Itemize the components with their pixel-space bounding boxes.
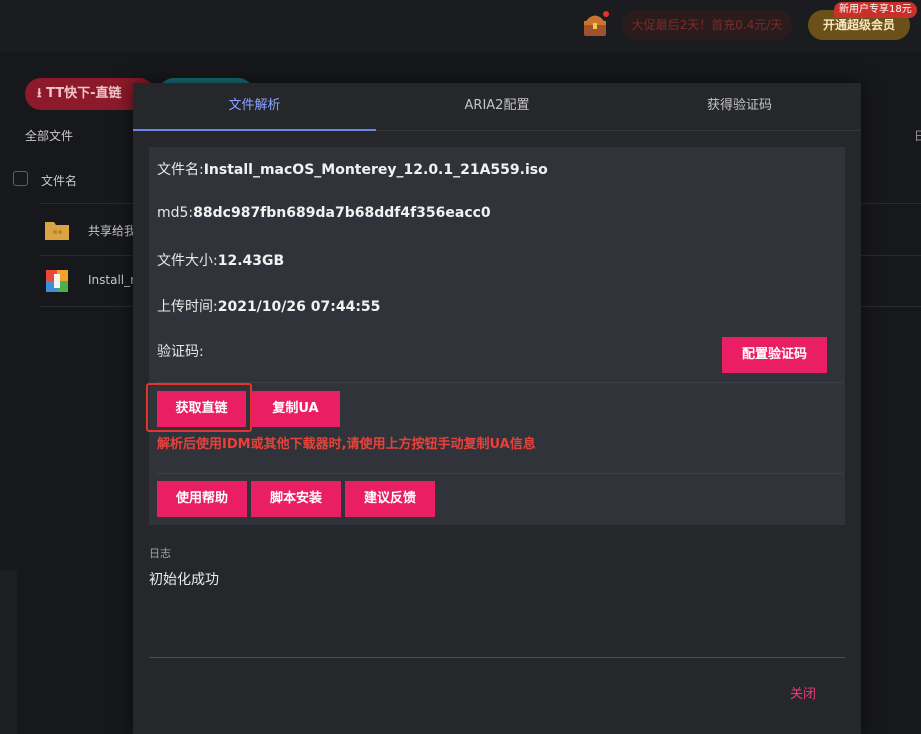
help-button[interactable]: 使用帮助 (157, 481, 247, 517)
archive-icon (46, 270, 68, 292)
dialog-tabs: 文件解析 ARIA2配置 获得验证码 (133, 83, 861, 131)
upload-time-label: 上传时间: (157, 299, 218, 315)
treasure-chest-icon[interactable] (580, 10, 610, 40)
parse-dialog: 文件解析 ARIA2配置 获得验证码 文件名:Install_macOS_Mon… (133, 83, 861, 734)
folder-icon (45, 222, 69, 240)
top-bar: 大促最后2天！首充0.4元/天 开通超级会员 新用户专享18元 (0, 0, 921, 52)
promo-banner[interactable]: 大促最后2天！首充0.4元/天 (622, 10, 792, 40)
copy-ua-button[interactable]: 复制UA (251, 391, 340, 427)
md5-row: md5:88dc987fbn689da7b68ddf4f356eacc0 (157, 205, 491, 221)
size-label: 文件大小: (157, 253, 218, 269)
ua-warning-text: 解析后使用IDM或其他下载器时,请使用上方按钮手动复制UA信息 (157, 437, 536, 452)
divider (157, 473, 843, 474)
md5-label: md5: (157, 205, 194, 221)
tt-download-label: TT快下-直链 (46, 86, 122, 101)
upload-time-row: 上传时间:2021/10/26 07:44:55 (157, 296, 380, 316)
new-user-badge: 新用户专享18元 (834, 2, 917, 18)
upload-time-value: 2021/10/26 07:44:55 (217, 299, 381, 315)
script-install-button[interactable]: 脚本安装 (251, 481, 341, 517)
captcha-label: 验证码: (157, 344, 204, 360)
column-header-filename[interactable]: 文件名 (41, 172, 77, 189)
side-panel-edge (0, 570, 17, 734)
filename-row: 文件名:Install_macOS_Monterey_12.0.1_21A559… (157, 159, 548, 179)
tab-aria2-config[interactable]: ARIA2配置 (376, 83, 618, 131)
filename-label: 文件名: (157, 162, 204, 178)
config-captcha-button[interactable]: 配置验证码 (722, 337, 827, 373)
footer-divider (149, 657, 845, 658)
tab-file-parse[interactable]: 文件解析 (133, 83, 376, 131)
log-label: 日志 (149, 547, 171, 560)
md5-value: 88dc987fbn689da7b68ddf4f356eacc0 (193, 205, 491, 221)
file-row-name[interactable]: 共享给我 (88, 222, 136, 239)
close-button[interactable]: 关闭 (790, 683, 816, 702)
size-row: 文件大小:12.43GB (157, 250, 284, 270)
download-icon: ⭳ (37, 86, 47, 101)
get-direct-link-button[interactable]: 获取直链 (157, 391, 246, 427)
right-edge-label: 日 (914, 129, 921, 143)
filename-value: Install_macOS_Monterey_12.0.1_21A559.iso (203, 162, 548, 178)
feedback-button[interactable]: 建议反馈 (345, 481, 435, 517)
select-all-checkbox[interactable] (13, 171, 28, 186)
log-text: 初始化成功 (149, 572, 219, 588)
size-value: 12.43GB (217, 253, 285, 269)
tab-get-captcha[interactable]: 获得验证码 (618, 83, 861, 131)
file-info-panel: 文件名:Install_macOS_Monterey_12.0.1_21A559… (146, 147, 845, 525)
breadcrumb[interactable]: 全部文件 (25, 127, 73, 144)
divider (157, 382, 843, 383)
